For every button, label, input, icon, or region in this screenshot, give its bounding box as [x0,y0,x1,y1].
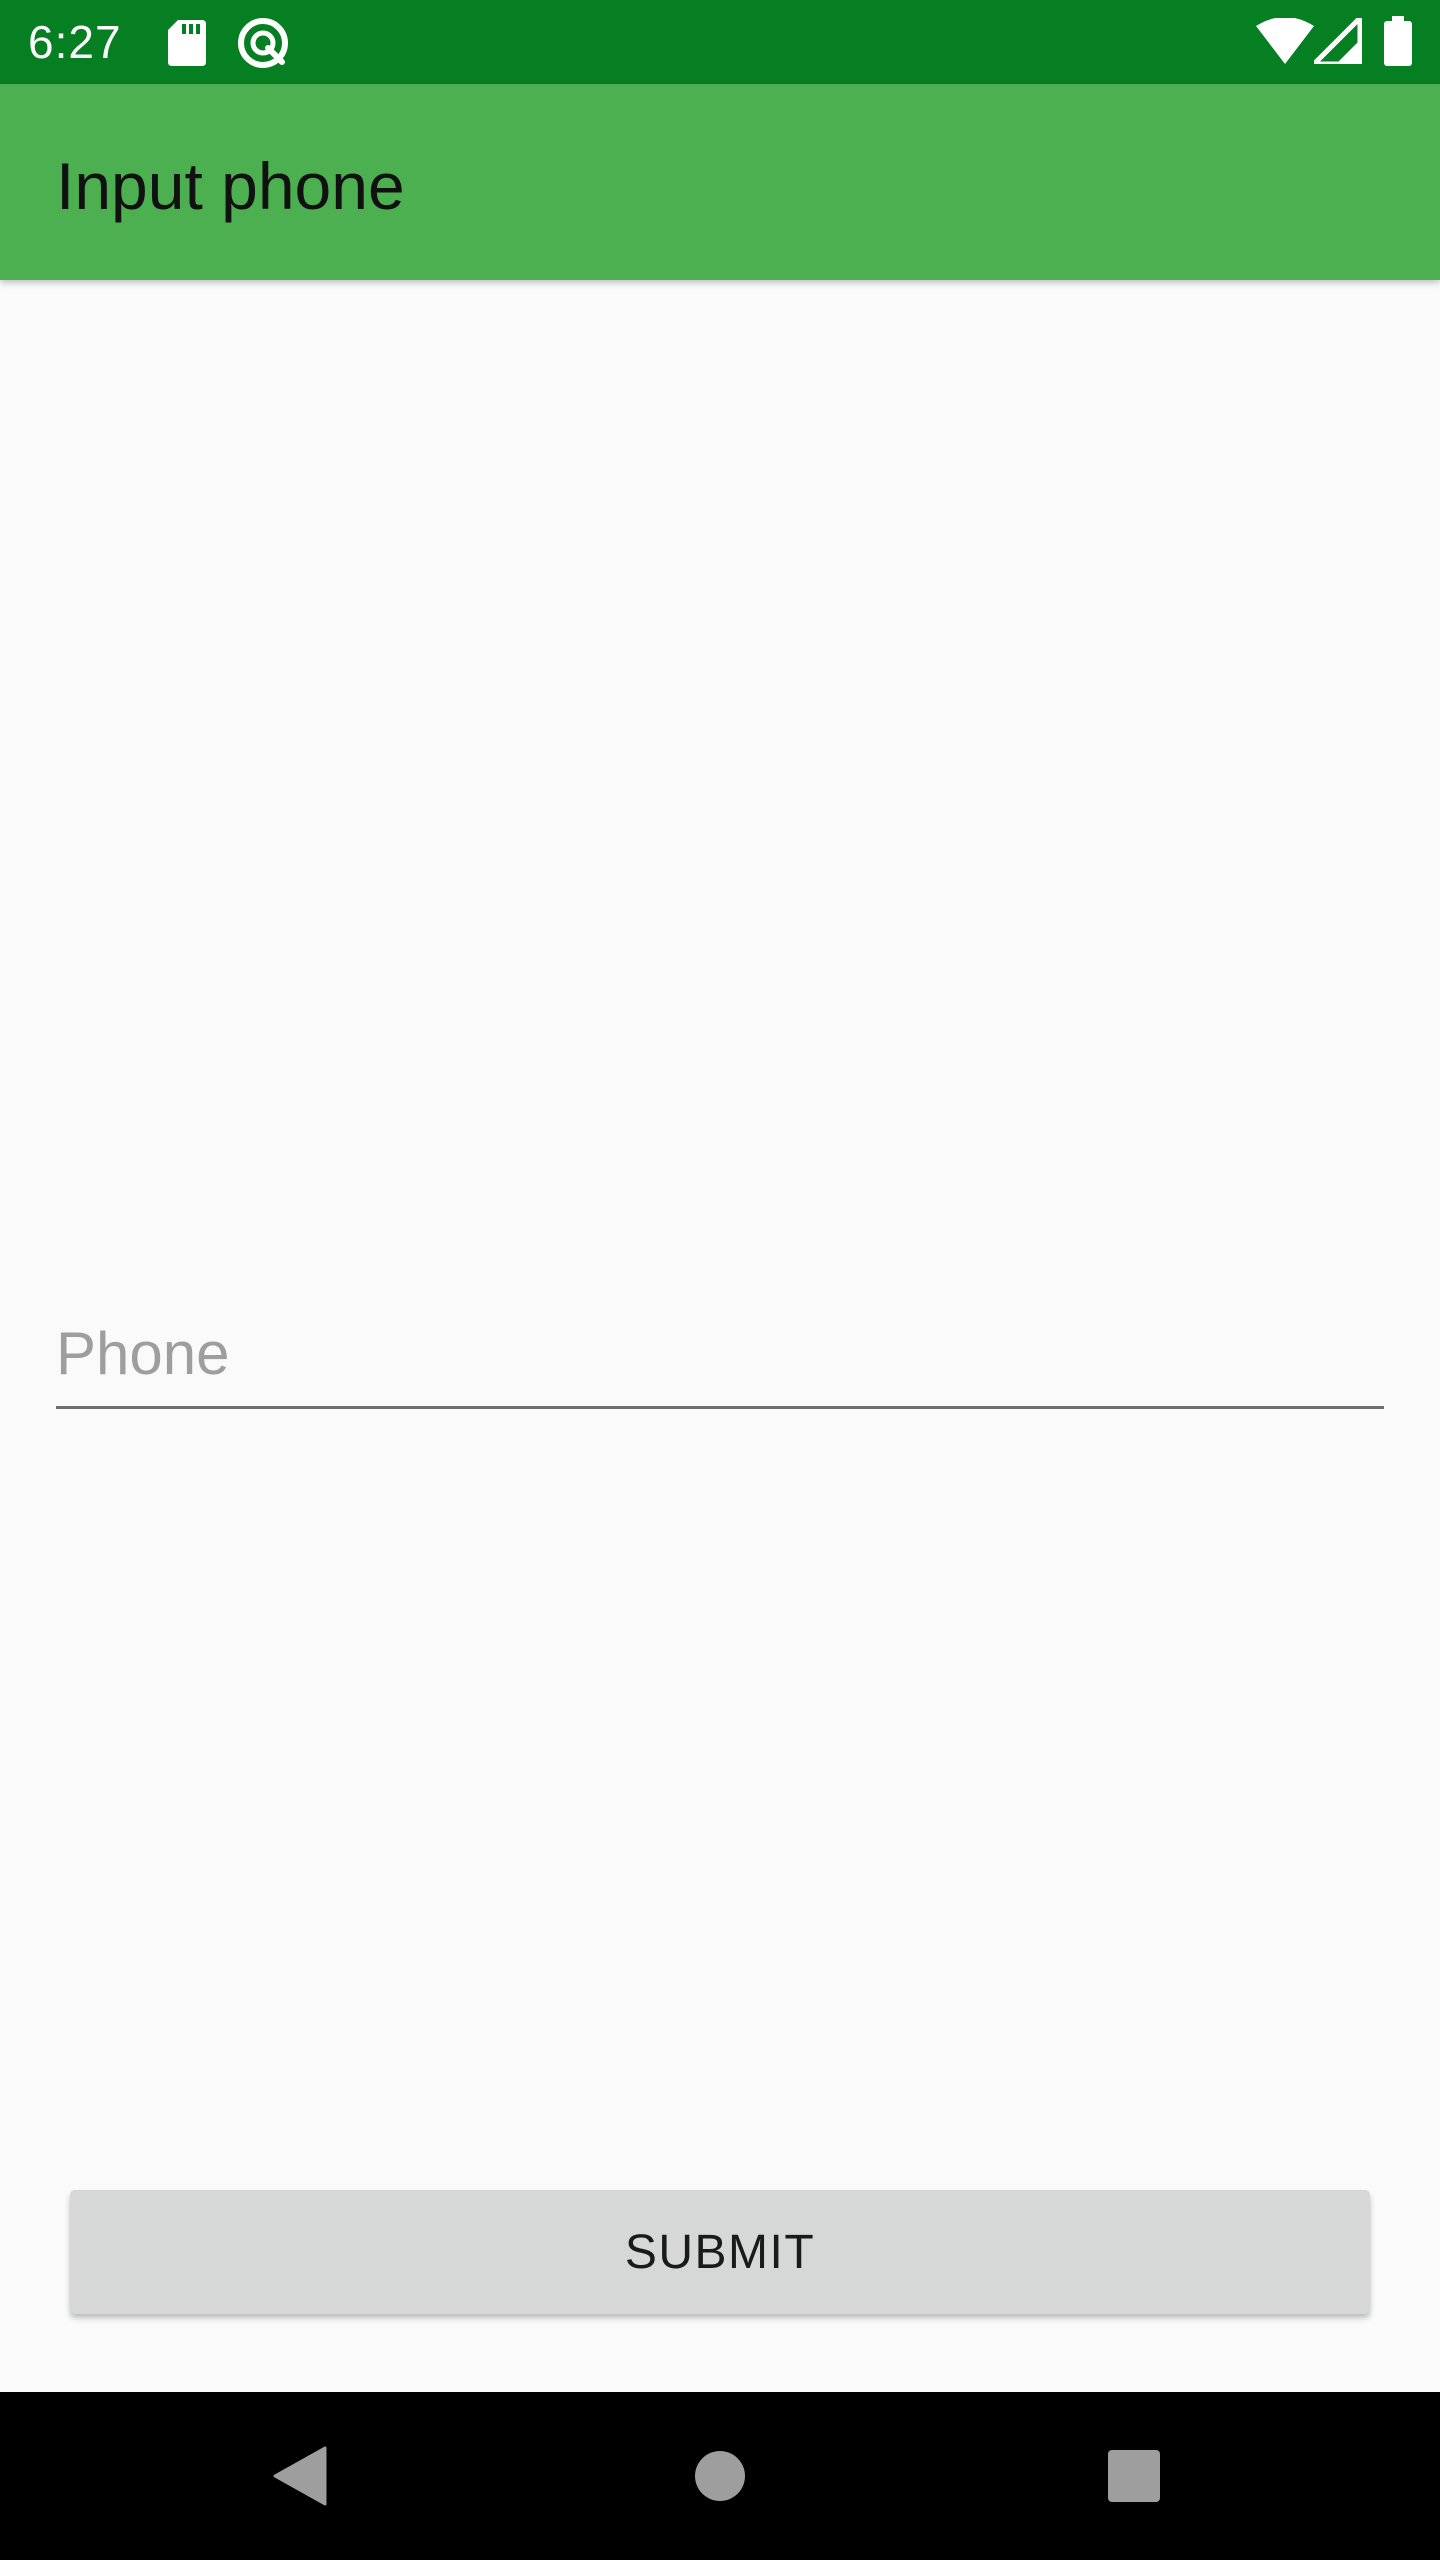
home-icon [695,2451,745,2501]
app-bar: Input phone [0,84,1440,280]
wifi-icon [1256,18,1314,64]
battery-icon [1384,16,1412,66]
status-bar: 6:27 [0,0,1440,84]
back-icon [273,2446,327,2506]
home-button[interactable] [620,2392,820,2560]
back-button[interactable] [200,2392,400,2560]
submit-button-label: SUBMIT [624,2225,816,2279]
phone-input[interactable] [56,1300,1384,1406]
status-time: 6:27 [28,16,122,68]
page-title: Input phone [56,149,405,223]
recents-button[interactable] [1034,2392,1234,2560]
navigation-bar [0,2392,1440,2560]
sd-card-icon [168,20,206,66]
phone-field[interactable] [56,1300,1384,1409]
submit-button[interactable]: SUBMIT [70,2190,1370,2314]
signal-icon [1314,18,1362,64]
sync-icon [238,18,288,68]
recents-icon [1108,2450,1160,2502]
